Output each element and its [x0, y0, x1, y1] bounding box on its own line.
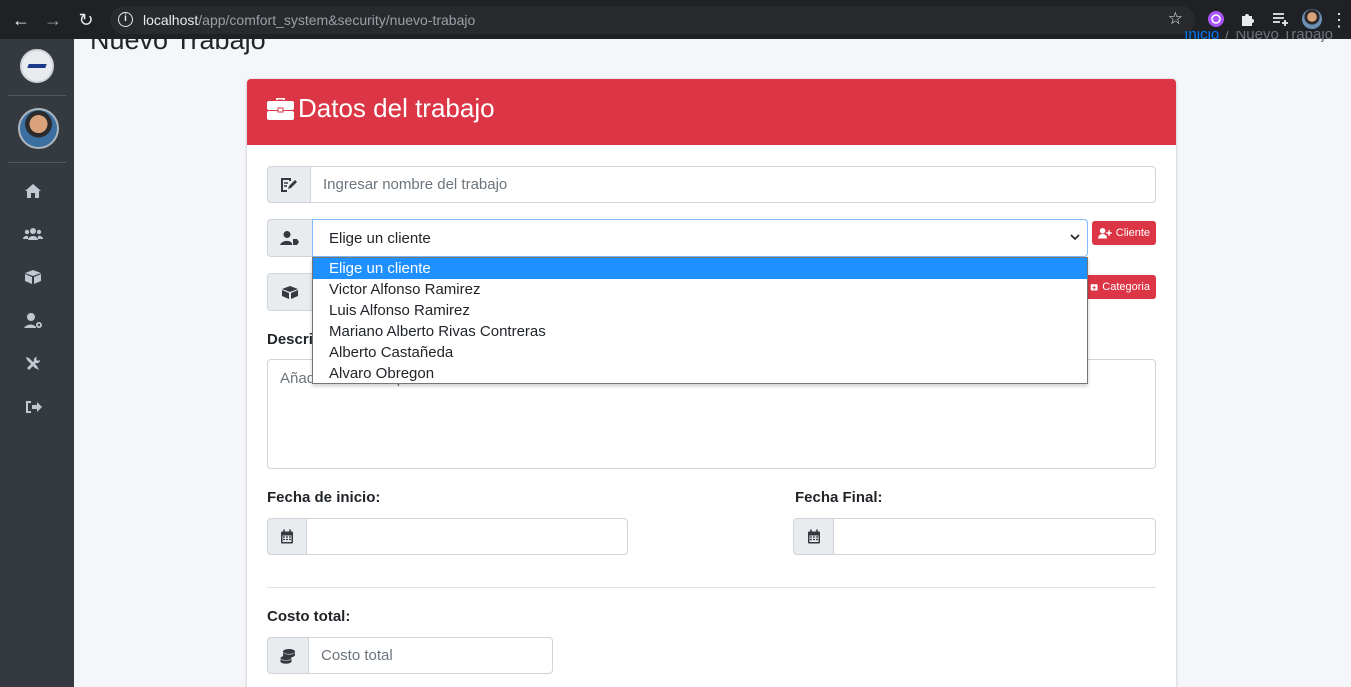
- name-addon: [267, 166, 311, 203]
- sign-out-icon[interactable]: [22, 396, 44, 418]
- browser-toolbar: ← → ↻ i localhost/app/comfort_system&sec…: [0, 0, 1351, 39]
- calendar-icon: [807, 529, 820, 543]
- sidebar: [0, 39, 74, 687]
- tools-icon[interactable]: [22, 353, 44, 375]
- back-icon[interactable]: ←: [9, 8, 33, 32]
- calendar-plus-icon: [1090, 284, 1098, 291]
- cost-addon: [267, 637, 309, 674]
- client-option[interactable]: Elige un cliente: [313, 258, 1087, 279]
- job-name-input[interactable]: Ingresar nombre del trabajo: [310, 166, 1156, 203]
- end-date-input[interactable]: [833, 518, 1156, 555]
- end-date-addon: [793, 518, 834, 555]
- add-client-button[interactable]: Cliente: [1092, 221, 1156, 245]
- card-header: Datos del trabajo: [247, 79, 1176, 145]
- bookmark-star-icon[interactable]: ☆: [1168, 9, 1183, 29]
- user-cog-icon[interactable]: [22, 310, 44, 332]
- total-cost-label: Costo total:: [267, 608, 351, 625]
- divider: [267, 587, 1156, 588]
- total-cost-input[interactable]: Costo total: [308, 637, 553, 674]
- users-icon[interactable]: [22, 223, 44, 245]
- sidebar-divider: [8, 95, 66, 96]
- client-option[interactable]: Alvaro Obregon: [313, 363, 1087, 384]
- user-plus-icon: [1098, 227, 1112, 239]
- reading-list-icon[interactable]: [1270, 9, 1290, 29]
- start-date-label: Fecha de inicio:: [267, 489, 381, 506]
- client-option[interactable]: Alberto Castañeda: [313, 342, 1087, 363]
- card-title: Datos del trabajo: [298, 93, 495, 123]
- client-option[interactable]: Victor Alfonso Ramirez: [313, 279, 1087, 300]
- client-select-value: Elige un cliente: [329, 229, 431, 247]
- briefcase-icon: [267, 98, 294, 120]
- menu-icon[interactable]: ⋮: [1327, 8, 1351, 32]
- site-info-icon[interactable]: i: [118, 12, 133, 27]
- coins-icon: [280, 648, 295, 664]
- edit-document-icon: [281, 177, 297, 192]
- brand-logo[interactable]: [20, 49, 54, 83]
- add-category-button[interactable]: Categoria: [1084, 275, 1156, 299]
- profile-avatar[interactable]: [1302, 9, 1322, 29]
- extension-icon[interactable]: [1206, 9, 1226, 29]
- user-tag-icon: [280, 231, 299, 245]
- home-icon[interactable]: [22, 180, 44, 202]
- chevron-down-icon: [1070, 234, 1080, 241]
- address-bar[interactable]: i localhost/app/comfort_system&security/…: [110, 6, 1195, 34]
- reload-icon[interactable]: ↻: [74, 8, 98, 32]
- end-date-label: Fecha Final:: [795, 489, 883, 506]
- start-date-input[interactable]: [306, 518, 628, 555]
- puzzle-icon[interactable]: [1238, 9, 1258, 29]
- client-option[interactable]: Luis Alfonso Ramirez: [313, 300, 1087, 321]
- user-avatar[interactable]: [18, 108, 59, 149]
- boxes-icon[interactable]: [22, 266, 44, 288]
- calendar-icon: [281, 529, 293, 543]
- client-option[interactable]: Mariano Alberto Rivas Contreras: [313, 321, 1087, 342]
- client-select[interactable]: Elige un cliente: [312, 219, 1088, 257]
- boxes-icon: [282, 286, 298, 299]
- forward-icon[interactable]: →: [41, 8, 65, 32]
- url-text: localhost/app/comfort_system&security/nu…: [143, 12, 476, 28]
- category-addon: [267, 273, 313, 311]
- client-options-list: Elige un cliente Victor Alfonso Ramirez …: [312, 257, 1088, 384]
- start-date-addon: [267, 518, 307, 555]
- client-addon: [267, 219, 313, 257]
- sidebar-divider: [8, 162, 66, 163]
